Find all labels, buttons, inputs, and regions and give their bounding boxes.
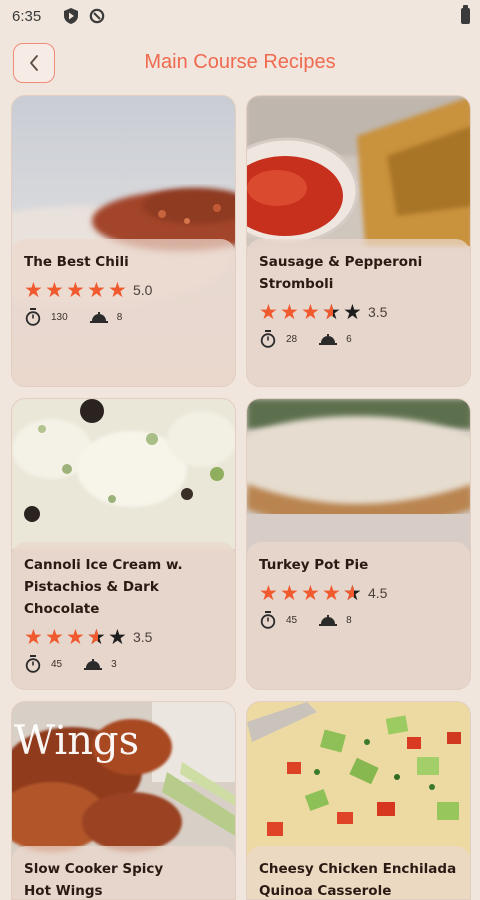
rating-row: ★★★★★ 4.5 <box>259 581 458 605</box>
star-icon: ★ <box>259 300 280 324</box>
recipe-meta: 28 6 <box>259 330 458 348</box>
star-icon: ★ <box>280 581 301 605</box>
servings-icon <box>319 611 338 629</box>
cook-time: 28 <box>286 333 298 345</box>
recipe-name: Sausage & Pepperoni Stromboli <box>259 254 423 292</box>
star-icon: ★ <box>66 278 87 302</box>
star-rating: ★ ★ ★ ★ ★ <box>259 300 364 324</box>
recipe-card[interactable]: Sausage & Pepperoni Stromboli ★★★★★ 3.5 … <box>246 95 471 387</box>
star-icon: ★ <box>301 300 322 324</box>
rating-value: 3.5 <box>133 629 153 645</box>
recipe-name: The Best Chili <box>24 254 129 270</box>
timer-icon <box>24 655 42 673</box>
star-icon: ★ <box>322 581 343 605</box>
servings-icon <box>84 655 103 673</box>
star-empty-icon: ★ <box>343 300 364 324</box>
recipe-name: Slow Cooker Spicy Hot Wings <box>24 861 164 899</box>
timer-icon <box>24 308 42 326</box>
star-icon: ★ <box>87 278 108 302</box>
star-half-icon: ★ <box>87 627 108 648</box>
recipe-info: Cannoli Ice Cream w. Pistachios & Dark C… <box>12 542 235 689</box>
recipe-card[interactable]: Turkey Pot Pie ★★★★★ 4.5 45 8 <box>246 398 471 690</box>
star-rating: ★ ★ ★ ★ ★ <box>24 625 129 649</box>
recipe-name: Cannoli Ice Cream w. Pistachios & Dark C… <box>24 557 183 617</box>
recipe-info: Cheesy Chicken Enchilada Quinoa Casserol… <box>247 846 470 899</box>
recipe-name: Cheesy Chicken Enchilada Quinoa Casserol… <box>259 861 457 899</box>
recipe-meta: 45 8 <box>259 611 458 629</box>
rating-value: 5.0 <box>133 282 153 298</box>
rating-row: ★ ★ ★ ★ ★ 5.0 <box>24 278 223 302</box>
rating-row: ★★★★★ 3.5 <box>24 625 223 649</box>
servings-icon <box>89 308 108 326</box>
timer-icon <box>259 330 277 348</box>
star-icon: ★ <box>45 278 66 302</box>
star-rating: ★ ★ ★ ★ ★ <box>24 278 129 302</box>
rating-row: ★★★★★ 3.5 <box>259 300 458 324</box>
recipe-meta: 45 3 <box>24 655 223 673</box>
servings-icon <box>319 330 338 348</box>
star-half-icon: ★ <box>322 302 343 323</box>
cook-time: 45 <box>51 658 63 670</box>
servings: 3 <box>111 658 117 670</box>
star-icon: ★ <box>24 278 45 302</box>
star-icon: ★ <box>45 625 66 649</box>
recipe-card[interactable]: The Best Chili ★ ★ ★ ★ ★ 5.0 130 8 <box>11 95 236 387</box>
recipe-card[interactable]: Cannoli Ice Cream w. Pistachios & Dark C… <box>11 398 236 690</box>
star-icon: ★ <box>280 300 301 324</box>
timer-icon <box>259 611 277 629</box>
recipe-info: Turkey Pot Pie ★★★★★ 4.5 45 8 <box>247 542 470 689</box>
recipe-name: Turkey Pot Pie <box>259 557 369 573</box>
recipe-info: Sausage & Pepperoni Stromboli ★★★★★ 3.5 … <box>247 239 470 386</box>
recipe-grid: The Best Chili ★ ★ ★ ★ ★ 5.0 130 8 Sausa… <box>0 0 480 900</box>
star-icon: ★ <box>259 581 280 605</box>
cook-time: 130 <box>51 311 68 323</box>
star-icon: ★ <box>301 581 322 605</box>
recipe-card[interactable]: Wings Slow Cooker Spicy Hot Wings <box>11 701 236 900</box>
recipe-card[interactable]: Cheesy Chicken Enchilada Quinoa Casserol… <box>246 701 471 900</box>
star-icon: ★ <box>66 625 87 649</box>
photo-overlay-text: Wings <box>14 718 140 764</box>
star-half-icon: ★ <box>343 583 364 604</box>
rating-value: 4.5 <box>368 585 388 601</box>
servings: 8 <box>346 614 352 626</box>
recipe-meta: 130 8 <box>24 308 223 326</box>
servings: 6 <box>346 333 352 345</box>
servings: 8 <box>116 311 123 323</box>
star-empty-icon: ★ <box>108 625 129 649</box>
recipe-info: Slow Cooker Spicy Hot Wings <box>12 846 235 899</box>
star-rating: ★ ★ ★ ★ ★ <box>259 581 364 605</box>
star-icon: ★ <box>108 278 129 302</box>
star-icon: ★ <box>24 625 45 649</box>
recipe-info: The Best Chili ★ ★ ★ ★ ★ 5.0 130 8 <box>12 239 235 386</box>
cook-time: 45 <box>286 614 298 626</box>
rating-value: 3.5 <box>368 304 388 320</box>
